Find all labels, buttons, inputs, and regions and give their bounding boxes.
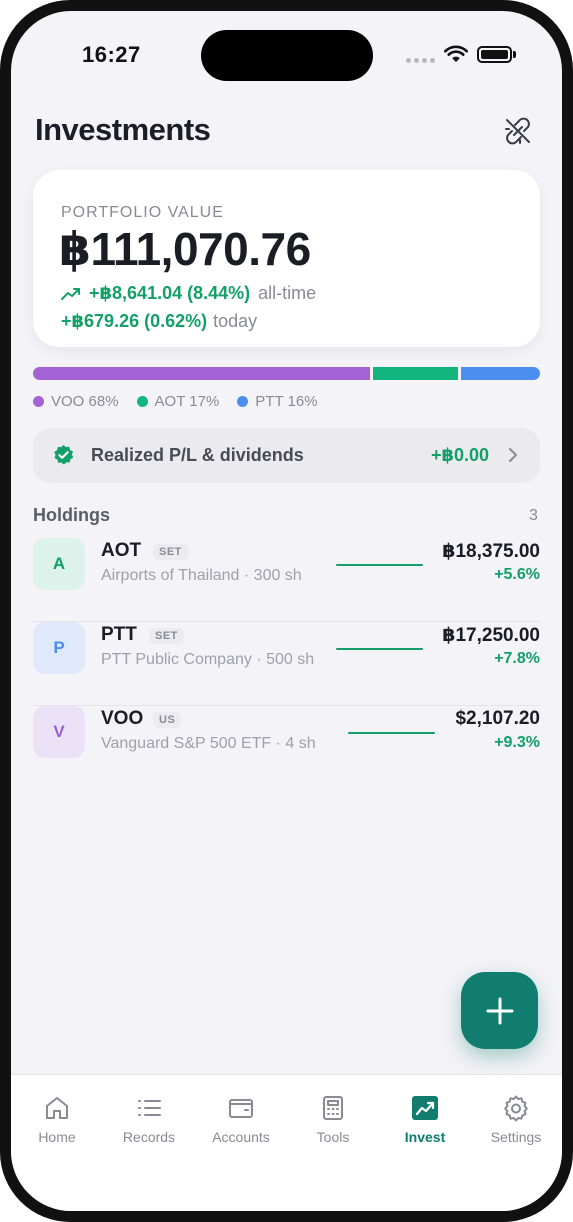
cellular-dots-icon [406,58,435,63]
holding-value: $2,107.20 [455,708,540,729]
portfolio-value-label: PORTFOLIO VALUE [61,204,224,221]
holding-value: ฿17,250.00 [442,625,540,646]
dynamic-island [201,30,373,81]
legend-item: AOT 17% [136,393,220,410]
holding-symbol: AOT [101,540,142,561]
plus-icon [486,997,513,1024]
sparkline [336,648,423,650]
holding-row-voo[interactable]: V VOO US Vanguard S&P 500 ETF · 4 sh $2,… [33,706,540,790]
allocation-legend: VOO 68% AOT 17% PTT 16% [33,393,318,410]
sparkline [336,564,423,566]
add-holding-button[interactable] [461,972,538,1049]
legend-dot [136,396,148,407]
tab-accounts[interactable]: Accounts [195,1093,287,1145]
legend-label: AOT 17% [154,393,220,410]
portfolio-value: ฿111,070.76 [59,223,311,275]
tab-tools[interactable]: Tools [287,1093,379,1145]
holding-avatar: P [33,622,85,674]
legend-item: VOO 68% [33,393,119,410]
tab-home[interactable]: Home [11,1093,103,1145]
trending-up-icon [61,287,80,300]
gear-icon [501,1093,531,1123]
today-change-label: today [213,311,258,331]
tab-bar: Home Records Accounts Tools Invest Setti… [11,1074,562,1211]
wifi-icon [444,45,468,62]
tab-label: Invest [404,1129,446,1145]
tab-label: Tools [316,1129,350,1145]
home-icon [42,1093,72,1123]
unlink-icon [505,117,530,145]
legend-label: PTT 16% [255,393,318,410]
realized-pl-label: Realized P/L & dividends [91,445,304,465]
calculator-icon [318,1093,348,1123]
holding-row-ptt[interactable]: P PTT SET PTT Public Company · 500 sh ฿1… [33,622,540,706]
tab-invest[interactable]: Invest [379,1093,471,1145]
holding-avatar: V [33,706,85,758]
allocation-bar [33,367,540,380]
holding-change: +7.8% [494,650,540,667]
tab-label: Settings [490,1129,542,1145]
page-title: Investments [35,112,211,147]
chevron-right-icon [509,448,517,462]
realized-pl-value: +฿0.00 [431,445,490,465]
alltime-change-value: +฿8,641.04 (8.44%) [89,283,251,303]
holding-change: +5.6% [494,566,540,583]
today-change-value: +฿679.26 (0.62%) [61,311,208,331]
list-icon [134,1093,164,1123]
status-time: 16:27 [82,42,141,67]
holdings-count: 3 [529,507,538,524]
holding-symbol: VOO [101,708,144,729]
portfolio-card: PORTFOLIO VALUE ฿111,070.76 +฿8,641.04 (… [33,170,540,347]
legend-dot [237,396,249,407]
holding-name: PTT Public Company · 500 sh [101,651,315,668]
alltime-change-row: +฿8,641.04 (8.44%) all-time [61,283,316,304]
alltime-change-label: all-time [258,283,317,303]
legend-dot [33,396,44,407]
today-change-row: +฿679.26 (0.62%) today [61,311,257,332]
realized-pl-row[interactable]: Realized P/L & dividends +฿0.00 [33,428,540,483]
wallet-icon [226,1093,256,1123]
legend-item: PTT 16% [237,393,318,410]
allocation-segment [460,367,540,380]
battery-icon [477,46,512,63]
market-badge: SET [153,544,188,560]
holding-symbol: PTT [101,624,137,645]
holding-value: ฿18,375.00 [442,541,540,562]
tab-records[interactable]: Records [103,1093,195,1145]
tab-label: Records [122,1129,176,1145]
holding-change: +9.3% [494,734,540,751]
holding-row-aot[interactable]: A AOT SET Airports of Thailand · 300 sh … [33,538,540,622]
market-badge: SET [149,628,184,644]
holdings-title: Holdings [33,505,110,525]
sparkline [348,732,435,734]
app-screen: 16:27 Investments PORTFOLIO VALUE ฿111,0… [11,11,562,1211]
holding-name: Vanguard S&P 500 ETF · 4 sh [101,735,316,752]
chart-icon [410,1093,440,1123]
tab-label: Home [38,1129,76,1145]
legend-label: VOO 68% [51,393,119,410]
holding-name: Airports of Thailand · 300 sh [101,567,302,584]
tab-label: Accounts [212,1129,270,1145]
holding-avatar: A [33,538,85,590]
battery-cap [513,51,516,58]
market-badge: US [153,712,182,728]
allocation-segment [373,367,458,380]
device-frame: 16:27 Investments PORTFOLIO VALUE ฿111,0… [0,0,573,1222]
unlink-button[interactable] [501,114,535,148]
allocation-segment [33,367,371,380]
verified-badge-icon [54,444,74,465]
tab-settings[interactable]: Settings [470,1093,562,1145]
